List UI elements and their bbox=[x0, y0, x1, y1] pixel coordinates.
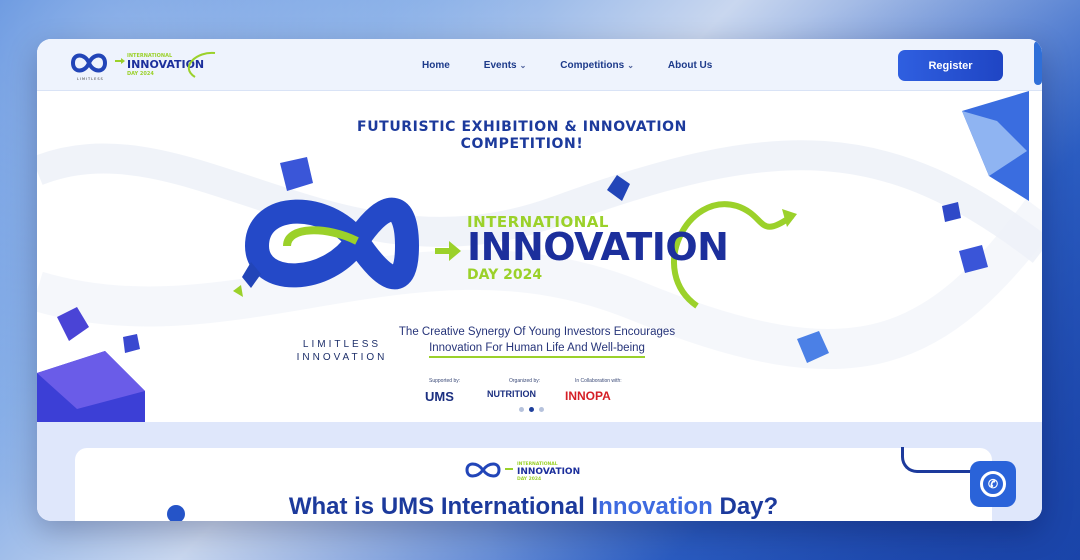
sponsor-nutrition-logo: NUTRITION bbox=[487, 389, 536, 399]
organized-label: Organized by: bbox=[509, 378, 541, 384]
browser-window: LIMITLESS INTERNATIONAL INNOVATION DAY 2… bbox=[37, 39, 1042, 521]
supported-label: Supported by: bbox=[429, 378, 461, 384]
navbar: LIMITLESS INTERNATIONAL INNOVATION DAY 2… bbox=[37, 39, 1042, 91]
nav-events-label: Events bbox=[483, 59, 517, 71]
carousel-dots bbox=[519, 407, 544, 412]
nav-competitions[interactable]: Competitions ⌄ bbox=[560, 60, 634, 71]
hero-title: FUTURISTIC EXHIBITION & INNOVATION COMPE… bbox=[357, 119, 687, 152]
chevron-down-icon: ⌄ bbox=[627, 60, 634, 70]
heading-accent: nnovation bbox=[598, 493, 713, 520]
tagline-line-2: Innovation For Human Life And Well-being bbox=[429, 340, 645, 358]
svg-text:LIMITLESS: LIMITLESS bbox=[77, 77, 104, 81]
sponsor-innopa-logo: INNOPA bbox=[565, 389, 611, 403]
carousel-dot-active[interactable] bbox=[529, 407, 534, 412]
nav-events[interactable]: Events ⌄ bbox=[484, 60, 527, 71]
whatsapp-icon: ✆ bbox=[980, 471, 1006, 497]
about-card: INTERNATIONAL INNOVATION DAY 2024 What i… bbox=[75, 448, 992, 521]
sponsor-ums-logo: UMS bbox=[425, 389, 454, 404]
nav-about-us[interactable]: About Us bbox=[668, 60, 712, 71]
section-heading: What is UMS International Innovation Day… bbox=[75, 493, 992, 521]
heading-part-2: Day? bbox=[712, 493, 779, 520]
register-button[interactable]: Register bbox=[898, 50, 1003, 81]
main-menu: Home Events ⌄ Competitions ⌄ About Us bbox=[422, 39, 712, 91]
carousel-dot[interactable] bbox=[519, 407, 524, 412]
tagline-line-1: The Creative Synergy Of Young Investors … bbox=[398, 326, 676, 338]
section-logo: INTERNATIONAL INNOVATION DAY 2024 bbox=[465, 461, 580, 482]
nav-competitions-label: Competitions bbox=[560, 59, 625, 71]
svg-text:INNOVATION: INNOVATION bbox=[517, 467, 580, 477]
about-section: INTERNATIONAL INNOVATION DAY 2024 What i… bbox=[37, 422, 1042, 521]
collab-label: In Collaboration with: bbox=[575, 378, 622, 384]
whatsapp-chat-button[interactable]: ✆ bbox=[970, 461, 1016, 507]
scrollbar-thumb[interactable] bbox=[1034, 41, 1042, 85]
chevron-down-icon: ⌄ bbox=[519, 60, 527, 70]
nav-home[interactable]: Home bbox=[422, 60, 450, 71]
nav-about-label: About Us bbox=[667, 59, 713, 71]
event-line-3: DAY 2024 bbox=[467, 267, 543, 283]
nav-home-label: Home bbox=[422, 59, 450, 71]
svg-text:DAY 2024: DAY 2024 bbox=[517, 476, 541, 482]
hero-banner: FUTURISTIC EXHIBITION & INNOVATION COMPE… bbox=[37, 91, 1042, 422]
site-logo[interactable]: LIMITLESS INTERNATIONAL INNOVATION DAY 2… bbox=[67, 47, 222, 83]
decorative-dot bbox=[167, 505, 185, 521]
carousel-dot[interactable] bbox=[539, 407, 544, 412]
heading-part-1: What is UMS International I bbox=[288, 493, 599, 520]
hero-tagline: The Creative Synergy Of Young Investors … bbox=[337, 324, 737, 358]
event-line-2: INNOVATION bbox=[467, 225, 729, 269]
svg-text:DAY 2024: DAY 2024 bbox=[127, 71, 154, 77]
